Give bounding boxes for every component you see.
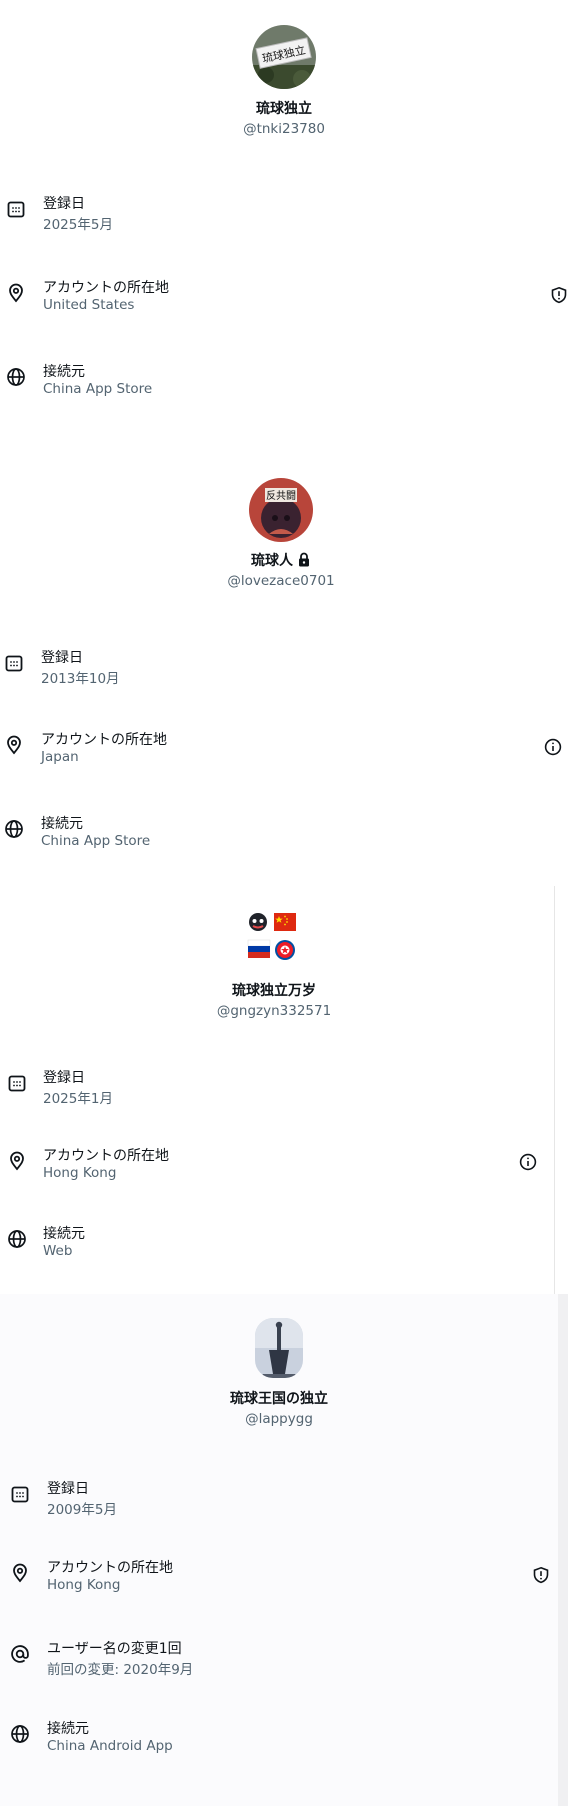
location-label: アカウントの所在地: [43, 1148, 169, 1164]
connected-via-value: Web: [43, 1243, 73, 1259]
connected-via-label: 接続元: [47, 1721, 89, 1737]
location-label: アカウントの所在地: [47, 1560, 173, 1576]
display-name: 琉球王国の独立: [230, 1391, 328, 1407]
username-handle[interactable]: @tnki23780: [0, 121, 568, 137]
joined-value: 2025年5月: [43, 217, 113, 233]
calendar-icon: [10, 1484, 30, 1504]
connected-via-row: 接続元 China Android App: [10, 1718, 540, 1762]
joined-value: 2009年5月: [47, 1502, 117, 1518]
joined-row: 登録日 2009年5月: [10, 1478, 540, 1522]
avatar-sign-text: 反共闘: [266, 490, 296, 502]
globe-icon: [10, 1724, 30, 1744]
globe-icon: [4, 819, 24, 839]
joined-row: 登録日 2025年5月: [6, 193, 546, 237]
profile-card-1: 琉球独立 琉球独立 @tnki23780 登録日 2025年5月 アカウントの所…: [0, 0, 568, 450]
username-handle[interactable]: @lappygg: [0, 1411, 558, 1427]
connected-via-value: China App Store: [41, 833, 151, 849]
calendar-icon: [7, 1073, 27, 1093]
location-row: アカウントの所在地 Hong Kong: [10, 1557, 550, 1601]
profile-card-4: 琉球王国の独立 @lappygg 登録日 2009年5月 アカウントの所在地 H…: [0, 1294, 568, 1806]
location-pin-icon: [6, 283, 26, 303]
location-pin-icon: [4, 735, 24, 755]
location-value: Japan: [41, 749, 79, 765]
location-row: アカウントの所在地 United States: [6, 277, 568, 321]
info-icon[interactable]: [519, 1153, 537, 1171]
joined-label: 登録日: [43, 1070, 85, 1086]
location-value: Hong Kong: [47, 1577, 121, 1593]
location-value: Hong Kong: [43, 1165, 117, 1181]
joined-label: 登録日: [41, 650, 83, 666]
username-handle[interactable]: @gngzyn332571: [0, 1003, 548, 1019]
username-change-row: ユーザー名の変更1回 前回の変更: 2020年9月: [10, 1638, 540, 1682]
calendar-icon: [6, 199, 26, 219]
username-change-label: ユーザー名の変更1回: [47, 1641, 182, 1657]
connected-via-label: 接続元: [41, 816, 83, 832]
display-name: 琉球独立: [256, 101, 312, 117]
info-icon[interactable]: [544, 738, 562, 756]
avatar[interactable]: [255, 1318, 303, 1378]
flag-north-korea-icon: [275, 940, 295, 960]
location-pin-icon: [7, 1151, 27, 1171]
joined-row: 登録日 2013年10月: [4, 647, 544, 691]
location-row: アカウントの所在地 Hong Kong: [7, 1145, 547, 1189]
avatar[interactable]: 反共闘: [249, 478, 313, 542]
connected-via-row: 接続元 China App Store: [6, 361, 546, 405]
location-pin-icon: [10, 1563, 30, 1583]
location-value: United States: [43, 297, 135, 313]
connected-via-label: 接続元: [43, 1226, 85, 1242]
joined-label: 登録日: [47, 1481, 89, 1497]
display-name: 琉球独立万岁: [232, 983, 316, 999]
shield-alert-icon[interactable]: [550, 286, 568, 304]
calendar-icon: [4, 653, 24, 673]
flag-russia-icon: [247, 939, 271, 958]
panel-edge: [558, 1294, 568, 1806]
emoji-face-icon: [249, 913, 267, 931]
joined-value: 2025年1月: [43, 1091, 113, 1107]
globe-icon: [7, 1229, 27, 1249]
profile-card-2: 反共闘 琉球人 @lovezace0701 登録日 2013年10月 アカウント…: [0, 450, 568, 886]
at-sign-icon: [10, 1644, 30, 1664]
globe-icon: [6, 367, 26, 387]
connected-via-label: 接続元: [43, 364, 85, 380]
avatar[interactable]: 琉球独立: [252, 25, 316, 89]
location-label: アカウントの所在地: [43, 280, 169, 296]
location-label: アカウントの所在地: [41, 732, 167, 748]
connected-via-value: China Android App: [47, 1738, 173, 1754]
joined-value: 2013年10月: [41, 671, 120, 687]
display-name: 琉球人: [251, 553, 293, 569]
display-name-wrap: 琉球人: [0, 550, 562, 571]
joined-row: 登録日 2025年1月: [7, 1067, 537, 1111]
shield-alert-icon[interactable]: [532, 1566, 550, 1584]
connected-via-row: 接続元 China App Store: [4, 813, 544, 857]
connected-via-row: 接続元 Web: [7, 1223, 537, 1267]
location-row: アカウントの所在地 Japan: [4, 729, 564, 773]
joined-label: 登録日: [43, 196, 85, 212]
avatar[interactable]: [244, 910, 300, 966]
lock-icon: [297, 552, 311, 571]
username-handle[interactable]: @lovezace0701: [0, 573, 562, 589]
flag-china-icon: [274, 913, 296, 931]
profile-card-3: 琉球独立万岁 @gngzyn332571 登録日 2025年1月 アカウントの所…: [0, 886, 555, 1294]
connected-via-value: China App Store: [43, 381, 153, 397]
username-change-value: 前回の変更: 2020年9月: [47, 1662, 194, 1678]
